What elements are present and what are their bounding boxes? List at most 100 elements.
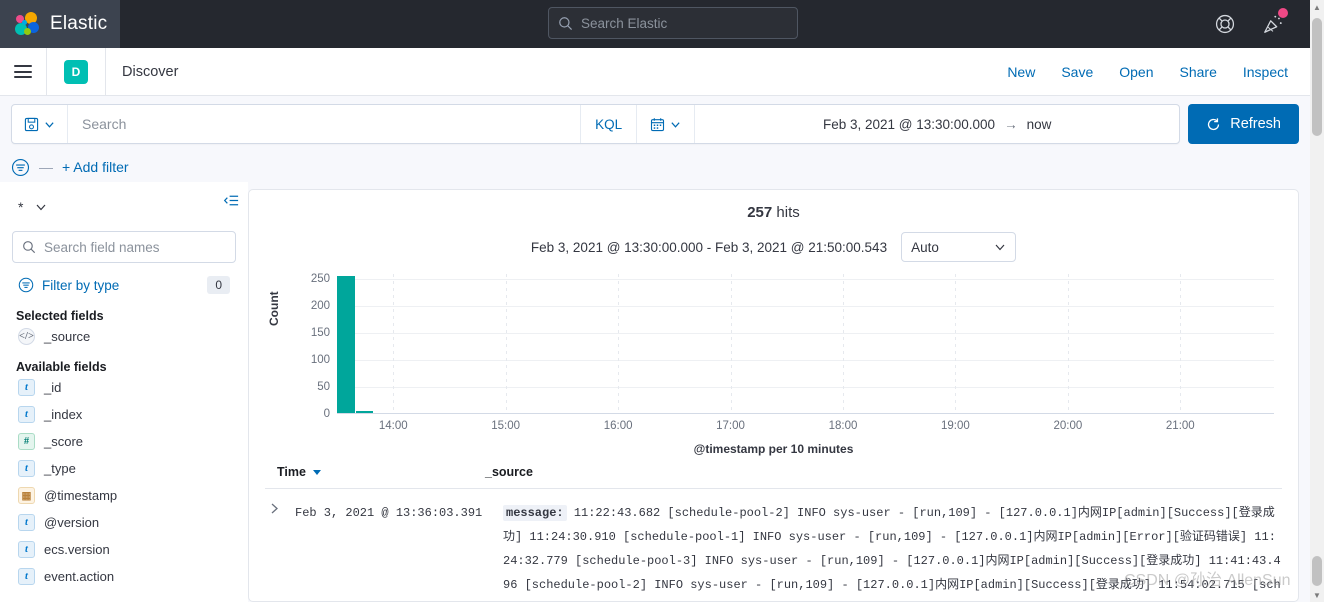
source-type-icon: </> bbox=[18, 328, 35, 345]
chevron-down-icon bbox=[995, 244, 1005, 251]
chart-x-tick: 19:00 bbox=[941, 420, 970, 432]
chart-vertical-gridline bbox=[618, 274, 620, 414]
hamburger-menu-icon[interactable] bbox=[14, 62, 32, 82]
global-search-input[interactable]: Search Elastic bbox=[548, 7, 798, 39]
field-label: _index bbox=[44, 407, 83, 422]
chart-vertical-gridline bbox=[955, 274, 957, 414]
new-button[interactable]: New bbox=[1007, 64, 1035, 80]
date-start-value[interactable]: Feb 3, 2021 @ 13:30:00.000 bbox=[823, 117, 995, 132]
chart-vertical-gridline bbox=[505, 274, 507, 414]
date-arrow-icon: → bbox=[1004, 116, 1018, 132]
chart-plot-area[interactable]: 0 50 100 150 200 250 bbox=[311, 273, 1274, 420]
field-search-input[interactable]: Search field names bbox=[12, 231, 236, 263]
chevron-right-icon bbox=[271, 503, 278, 514]
chart-bar[interactable] bbox=[337, 276, 355, 413]
histogram-chart: Count 0 50 100 150 200 250 @timestamp per 10 … bbox=[265, 273, 1282, 459]
interval-value: Auto bbox=[911, 239, 939, 255]
open-button[interactable]: Open bbox=[1119, 64, 1153, 80]
collapse-sidebar-icon[interactable] bbox=[223, 192, 240, 214]
cell-source: message: 11:22:43.682 [schedule-pool-2] … bbox=[503, 501, 1282, 601]
chart-x-tick: 18:00 bbox=[828, 420, 858, 432]
string-type-icon: t bbox=[18, 514, 35, 531]
field-item-_id[interactable]: t _id bbox=[12, 374, 236, 401]
field-item-_score[interactable]: # _score bbox=[12, 428, 236, 455]
chart-vertical-gridline bbox=[1180, 274, 1182, 414]
field-item-_index[interactable]: t _index bbox=[12, 401, 236, 428]
field-item-version[interactable]: t @version bbox=[12, 509, 236, 536]
party-popper-icon[interactable] bbox=[1262, 8, 1288, 35]
field-item-ecs-version[interactable]: t ecs.version bbox=[12, 536, 236, 563]
search-icon bbox=[23, 241, 36, 254]
elastic-logo-icon bbox=[14, 11, 40, 37]
cell-time: Feb 3, 2021 @ 13:36:03.391 bbox=[295, 506, 483, 520]
saved-query-button[interactable] bbox=[12, 105, 68, 143]
chart-y-tick: 150 bbox=[310, 327, 330, 340]
date-end-value[interactable]: now bbox=[1027, 117, 1052, 132]
filter-by-type-count: 0 bbox=[207, 276, 230, 294]
brand-name: Elastic bbox=[50, 13, 108, 34]
date-range-picker[interactable]: Feb 3, 2021 @ 13:30:00.000 → now bbox=[694, 105, 1179, 143]
save-button[interactable]: Save bbox=[1061, 64, 1093, 80]
scroll-down-arrow[interactable]: ▼ bbox=[1310, 588, 1324, 602]
column-header-time[interactable]: Time bbox=[277, 465, 485, 479]
selected-fields-title: Selected fields bbox=[16, 309, 104, 323]
field-key-message: message: bbox=[503, 505, 567, 521]
chart-y-tick: 250 bbox=[310, 273, 330, 286]
string-type-icon: t bbox=[18, 541, 35, 558]
help-circle-icon[interactable] bbox=[1214, 13, 1236, 35]
chart-gridline bbox=[337, 306, 1274, 308]
field-item-_source[interactable]: </> _source bbox=[12, 323, 236, 350]
refresh-icon bbox=[1208, 117, 1220, 130]
query-bar-row: Search KQL Feb 3, 2021 @ 13:30:00.000 → … bbox=[0, 96, 1310, 152]
table-row[interactable]: Feb 3, 2021 @ 13:36:03.391 message: 11:2… bbox=[265, 489, 1282, 601]
chart-y-tick: 100 bbox=[310, 354, 330, 367]
hits-label: hits bbox=[776, 204, 800, 221]
calendar-icon bbox=[651, 117, 665, 131]
doc-table-header: Time _source bbox=[265, 465, 1282, 489]
field-label: @version bbox=[44, 515, 100, 530]
chart-x-axis-line bbox=[337, 413, 1274, 414]
refresh-button[interactable]: Refresh bbox=[1188, 104, 1299, 144]
chart-gridline bbox=[337, 387, 1274, 389]
field-item-event-action[interactable]: t event.action bbox=[12, 563, 236, 590]
field-item-timestamp[interactable]: ▦ @timestamp bbox=[12, 482, 236, 509]
chart-x-tick: 21:00 bbox=[1165, 420, 1195, 432]
refresh-label: Refresh bbox=[1230, 116, 1281, 132]
search-input[interactable]: Search bbox=[68, 105, 580, 143]
search-icon bbox=[559, 16, 573, 30]
global-search-placeholder: Search Elastic bbox=[581, 15, 668, 31]
inspect-button[interactable]: Inspect bbox=[1243, 64, 1288, 80]
page-scrollbar[interactable]: ▲ ▼ bbox=[1310, 0, 1324, 602]
share-button[interactable]: Share bbox=[1180, 64, 1217, 80]
chart-gridline bbox=[337, 360, 1274, 362]
field-item-_type[interactable]: t _type bbox=[12, 455, 236, 482]
query-bar: Search KQL Feb 3, 2021 @ 13:30:00.000 → … bbox=[11, 104, 1181, 144]
filter-icon[interactable] bbox=[11, 158, 30, 177]
scrollbar-thumb-bottom[interactable] bbox=[1312, 556, 1322, 586]
index-pattern-selector[interactable]: * bbox=[12, 192, 236, 222]
chart-bar[interactable] bbox=[355, 411, 374, 413]
elastic-home-link[interactable]: Elastic bbox=[0, 0, 120, 48]
string-type-icon: t bbox=[18, 460, 35, 477]
filter-by-type-button[interactable]: Filter by type 0 bbox=[12, 271, 236, 299]
chart-y-tick: 50 bbox=[317, 381, 330, 394]
chart-y-tick: 200 bbox=[310, 300, 330, 313]
string-type-icon: t bbox=[18, 406, 35, 423]
field-label: _type bbox=[44, 461, 76, 476]
expand-row-button[interactable] bbox=[265, 501, 295, 601]
scrollbar-thumb[interactable] bbox=[1312, 18, 1322, 136]
chart-x-tick: 17:00 bbox=[716, 420, 745, 432]
interval-select[interactable]: Auto bbox=[901, 232, 1017, 262]
discover-panel: 257 hits Feb 3, 2021 @ 13:30:00.000 - Fe… bbox=[248, 189, 1299, 602]
chart-x-tick: 14:00 bbox=[378, 420, 408, 432]
date-quick-select-button[interactable] bbox=[636, 105, 694, 143]
chart-y-tick: 0 bbox=[323, 408, 330, 420]
query-language-button[interactable]: KQL bbox=[580, 105, 636, 143]
add-filter-button[interactable]: + Add filter bbox=[62, 159, 129, 175]
discover-app-badge: D bbox=[64, 59, 88, 84]
time-range-text: Feb 3, 2021 @ 13:30:00.000 - Feb 3, 2021… bbox=[530, 239, 888, 255]
time-range-row: Feb 3, 2021 @ 13:30:00.000 - Feb 3, 2021… bbox=[265, 232, 1282, 262]
scroll-up-arrow[interactable]: ▲ bbox=[1310, 0, 1324, 14]
field-sidebar: * Search field names Filter by type 0 Se… bbox=[0, 182, 248, 602]
chevron-down-icon bbox=[45, 121, 54, 128]
